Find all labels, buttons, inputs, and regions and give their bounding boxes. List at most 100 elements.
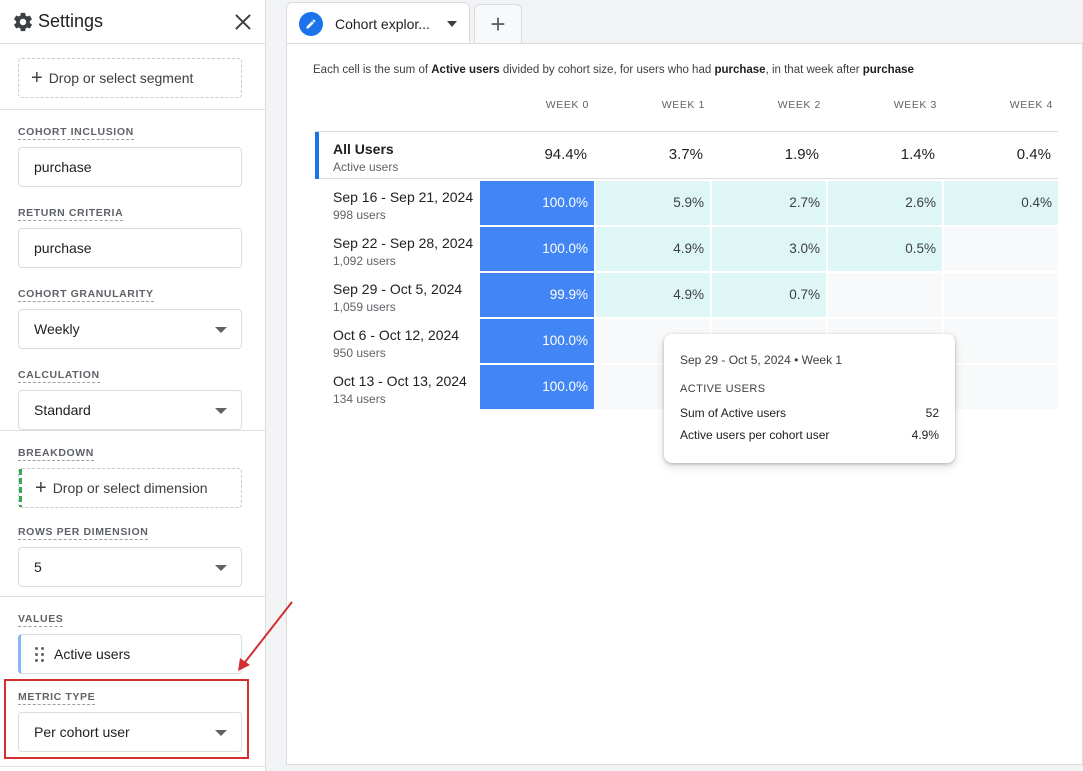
- desc-inclusion: purchase: [714, 64, 766, 76]
- cohort-inclusion-value: purchase: [34, 159, 92, 175]
- plus-icon: +: [35, 477, 47, 499]
- plus-icon: +: [490, 9, 506, 39]
- chevron-down-icon: [215, 408, 227, 414]
- table-description: Each cell is the sum of Active users div…: [313, 64, 914, 76]
- desc-text: Each cell is the sum of: [313, 64, 432, 76]
- all-users-value: 1.9%: [784, 146, 819, 163]
- table-cell[interactable]: 2.6%: [828, 181, 942, 225]
- segment-drop-label: Drop or select segment: [48, 70, 194, 86]
- table-row: Sep 22 - Sep 28, 2024 1,092 users 100.0% 4.…: [315, 227, 1058, 273]
- breakdown-label: BREAKDOWN: [18, 447, 94, 461]
- return-criteria-label: RETURN CRITERIA: [18, 207, 124, 221]
- breakdown-drop-zone[interactable]: + Drop or select dimension: [18, 468, 242, 508]
- chevron-down-icon: [215, 327, 227, 333]
- sidebar-title: Settings: [38, 11, 104, 31]
- tooltip-heading: Sep 29 - Oct 5, 2024 • Week 1: [680, 353, 843, 367]
- tab-cohort-exploration[interactable]: Cohort explor...: [286, 2, 470, 44]
- cohort-inclusion-field[interactable]: purchase: [18, 147, 242, 187]
- cohort-name: Sep 16 - Sep 21, 2024: [333, 189, 474, 205]
- segment-drop-zone[interactable]: + Drop or select segment: [18, 58, 242, 98]
- cohort-name: Sep 29 - Oct 5, 2024: [333, 281, 463, 297]
- table-cell[interactable]: 100.0%: [480, 365, 594, 409]
- cohort-size: 1,092 users: [333, 254, 396, 268]
- table-cell[interactable]: 0.7%: [712, 273, 826, 317]
- table-cell[interactable]: 4.9%: [596, 227, 710, 271]
- row-accent: [315, 132, 319, 179]
- close-icon[interactable]: [233, 12, 253, 32]
- calculation-label: CALCULATION: [18, 369, 100, 383]
- all-users-value: 3.7%: [668, 146, 703, 163]
- calculation-select[interactable]: Standard: [18, 390, 242, 430]
- cohort-name: Sep 22 - Sep 28, 2024: [333, 235, 474, 251]
- table-cell[interactable]: 100.0%: [480, 319, 594, 363]
- desc-metric: Active users: [431, 64, 500, 76]
- tooltip-row: Sum of Active users 52: [680, 406, 939, 420]
- cohort-inclusion-label: COHORT INCLUSION: [18, 126, 134, 140]
- table-cell[interactable]: 100.0%: [480, 227, 594, 271]
- pencil-icon: [299, 11, 323, 36]
- cohort-size: 134 users: [333, 392, 386, 406]
- all-users-value: 94.4%: [544, 146, 587, 163]
- annotation-highlight-box: [4, 679, 249, 759]
- tab-bar: Cohort explor... +: [286, 0, 1083, 44]
- rows-per-dimension-value: 5: [34, 559, 42, 575]
- drag-handle-icon[interactable]: [35, 646, 44, 662]
- cohort-name: Oct 6 - Oct 12, 2024: [333, 327, 460, 343]
- table-cell[interactable]: [828, 273, 942, 317]
- cohort-size: 1,059 users: [333, 300, 396, 314]
- add-tab-button[interactable]: +: [474, 4, 522, 44]
- table-cell[interactable]: [944, 227, 1058, 271]
- table-cell[interactable]: 0.4%: [944, 181, 1058, 225]
- column-header: WEEK 2: [777, 99, 821, 111]
- annotation-arrow: [238, 601, 293, 671]
- all-users-metric: Active users: [333, 160, 399, 174]
- table-cell[interactable]: [944, 273, 1058, 317]
- tab-label: Cohort explor...: [335, 15, 430, 32]
- app-root: Settings + Drop or select segment COHORT…: [0, 0, 1083, 771]
- all-users-value: 1.4%: [900, 146, 935, 163]
- desc-text: , in that week after: [765, 64, 863, 76]
- table-cell[interactable]: 100.0%: [480, 181, 594, 225]
- plus-icon: +: [31, 67, 43, 89]
- drop-indicator: [19, 469, 22, 507]
- column-header: WEEK 3: [893, 99, 937, 111]
- tooltip-sum-value: 52: [925, 406, 939, 420]
- cohort-size: 998 users: [333, 208, 386, 222]
- table-cell[interactable]: [944, 319, 1058, 363]
- table-cell[interactable]: 2.7%: [712, 181, 826, 225]
- cohort-granularity-select[interactable]: Weekly: [18, 309, 242, 349]
- cohort-granularity-label: COHORT GRANULARITY: [18, 288, 154, 302]
- desc-return: purchase: [862, 64, 914, 76]
- column-header: WEEK 4: [1009, 99, 1053, 111]
- all-users-row: All Users Active users 94.4% 3.7% 1.9% 1…: [315, 131, 1058, 179]
- tooltip-section: ACTIVE USERS: [680, 383, 766, 395]
- table-row: Sep 16 - Sep 21, 2024 998 users 100.0% 5.9%…: [315, 181, 1058, 227]
- table-row: Sep 29 - Oct 5, 2024 1,059 users 99.9% 4.9%…: [315, 273, 1058, 319]
- gear-icon: [14, 12, 32, 31]
- tooltip-per-label: Active users per cohort user: [680, 428, 830, 442]
- return-criteria-field[interactable]: purchase: [18, 228, 242, 268]
- rows-per-dimension-select[interactable]: 5: [18, 547, 242, 587]
- chevron-down-icon: [215, 565, 227, 571]
- segment-section: + Drop or select segment: [0, 44, 265, 110]
- return-criteria-value: purchase: [34, 240, 92, 256]
- table-cell[interactable]: 4.9%: [596, 273, 710, 317]
- cohort-granularity-value: Weekly: [34, 321, 80, 337]
- active-users-chip[interactable]: Active users: [18, 634, 242, 674]
- tooltip-per-value: 4.9%: [911, 428, 939, 442]
- desc-text: divided by cohort size, for users who ha…: [499, 64, 715, 76]
- breakdown-drop-label: Drop or select dimension: [52, 480, 208, 496]
- table-cell[interactable]: 5.9%: [596, 181, 710, 225]
- column-header: WEEK 0: [545, 99, 589, 111]
- table-cell[interactable]: 3.0%: [712, 227, 826, 271]
- table-cell[interactable]: 99.9%: [480, 273, 594, 317]
- all-users-name: All Users: [333, 141, 394, 157]
- caret-down-icon[interactable]: [447, 20, 457, 27]
- table-cell[interactable]: [944, 365, 1058, 409]
- cohort-table-panel: Each cell is the sum of Active users div…: [286, 43, 1083, 765]
- cohort-name: Oct 13 - Oct 13, 2024: [333, 373, 467, 389]
- breakdown-section: BREAKDOWN + Drop or select dimension ROW…: [0, 431, 265, 597]
- calculation-value: Standard: [34, 402, 91, 418]
- table-cell[interactable]: 0.5%: [828, 227, 942, 271]
- column-header: WEEK 1: [661, 99, 705, 111]
